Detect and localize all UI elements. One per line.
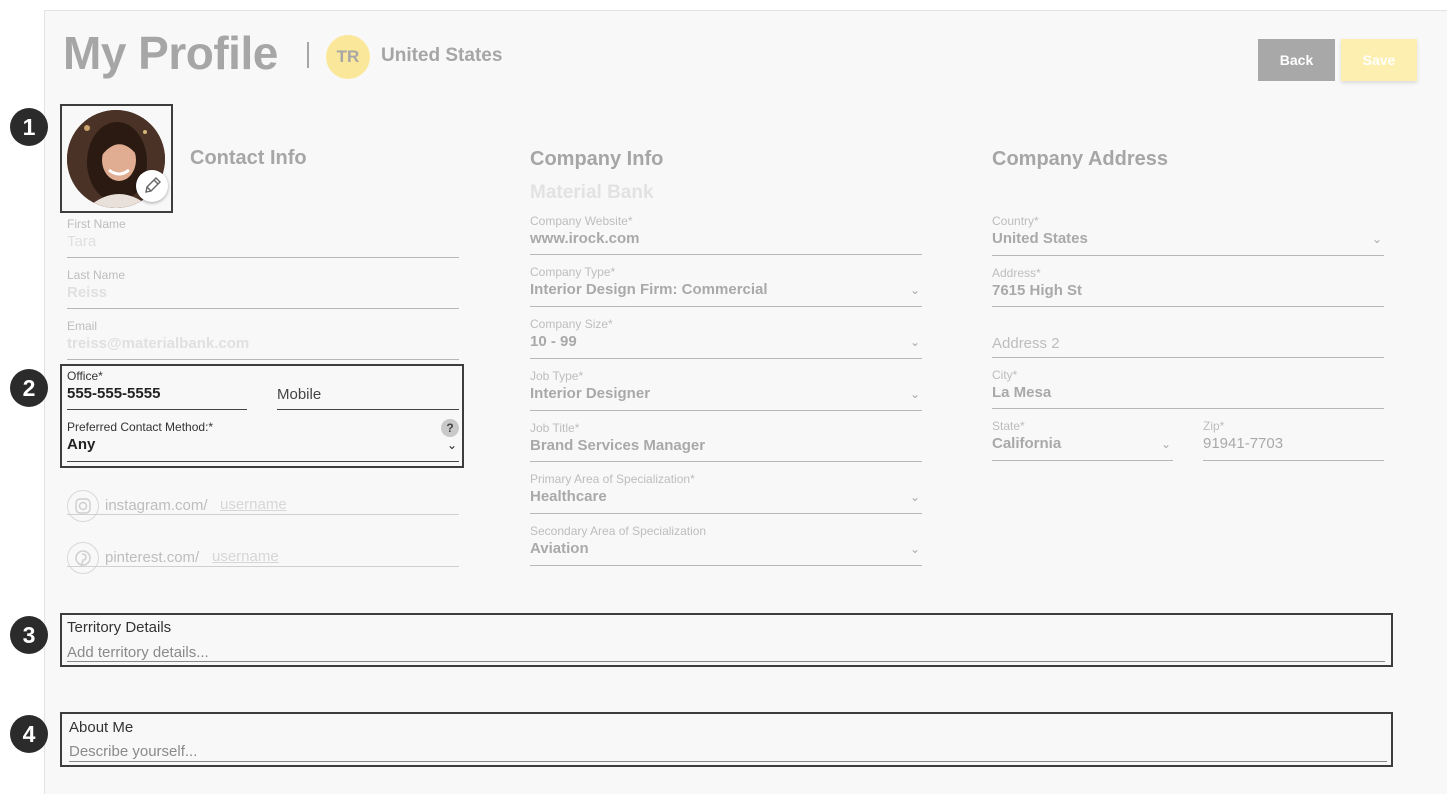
company-info-title: Company Info (530, 148, 664, 170)
job-title-value: Brand Services Manager (530, 437, 706, 454)
about-label: About Me (69, 719, 134, 736)
state-select[interactable]: State* California ⌄ (992, 419, 1173, 461)
territory-label: Territory Details (67, 619, 172, 636)
address-field[interactable]: Address* 7615 High St (992, 266, 1384, 307)
territory-input[interactable]: Add territory details... (67, 644, 209, 661)
secondary-specialization-label: Secondary Area of Specialization (530, 524, 707, 538)
company-type-value: Interior Design Firm: Commercial (530, 281, 768, 298)
primary-specialization-value: Healthcare (530, 488, 607, 505)
address-value: 7615 High St (992, 282, 1083, 299)
company-type-select[interactable]: Company Type* Interior Design Firm: Comm… (530, 265, 922, 307)
country-value: United States (992, 230, 1088, 247)
address2-field[interactable]: Address 2 (992, 317, 1384, 358)
company-website-value: www.irock.com (530, 230, 640, 247)
job-type-value: Interior Designer (530, 385, 651, 402)
avatar-initials: TR (326, 35, 370, 79)
first-name-field[interactable]: First Name Tara (67, 217, 459, 258)
instagram-underline (67, 514, 459, 515)
last-name-label: Last Name (67, 268, 126, 282)
about-highlight (60, 712, 1393, 767)
mobile-placeholder: Mobile (277, 386, 322, 403)
company-website-label: Company Website* (530, 214, 633, 228)
company-size-select[interactable]: Company Size* 10 - 99 ⌄ (530, 317, 922, 359)
secondary-specialization-value: Aviation (530, 540, 589, 557)
job-type-select[interactable]: Job Type* Interior Designer ⌄ (530, 369, 922, 411)
mobile-phone-field[interactable]: Mobile (277, 369, 459, 410)
zip-field[interactable]: Zip* 91941-7703 (1203, 419, 1384, 461)
preferred-contact-value: Any (67, 436, 96, 453)
territory-underline (67, 661, 1385, 662)
page-title: My Profile (63, 27, 278, 79)
about-input[interactable]: Describe yourself... (69, 743, 197, 760)
email-value: treiss@materialbank.com (67, 335, 250, 352)
country-select[interactable]: Country* United States ⌄ (992, 214, 1384, 256)
chevron-down-icon: ⌄ (909, 387, 920, 401)
company-website-field[interactable]: Company Website* www.irock.com (530, 214, 922, 255)
pencil-icon[interactable] (136, 170, 168, 202)
address2-placeholder: Address 2 (992, 335, 1060, 352)
state-value: California (992, 435, 1062, 452)
save-button[interactable]: Save (1341, 39, 1417, 81)
company-type-label: Company Type* (530, 265, 616, 279)
chevron-down-icon: ⌄ (909, 490, 920, 504)
chevron-down-icon: ⌄ (909, 283, 920, 297)
instagram-prefix: instagram.com/ (105, 497, 208, 514)
company-size-label: Company Size* (530, 317, 613, 331)
first-name-label: First Name (67, 217, 126, 231)
pinterest-username-input[interactable]: username (212, 548, 279, 565)
help-icon[interactable]: ? (441, 419, 459, 437)
company-address-title: Company Address (992, 148, 1168, 170)
instagram-icon (67, 490, 99, 522)
email-label: Email (67, 319, 98, 333)
chevron-down-icon: ⌄ (1160, 437, 1171, 451)
primary-specialization-select[interactable]: Primary Area of Specialization* Healthca… (530, 472, 922, 514)
callout-marker-2: 2 (10, 369, 48, 407)
title-divider (307, 42, 309, 68)
address-label: Address* (992, 266, 1041, 280)
callout-marker-4: 4 (10, 715, 48, 753)
job-type-label: Job Type* (530, 369, 584, 383)
primary-specialization-label: Primary Area of Specialization* (530, 472, 695, 486)
city-label: City* (992, 368, 1018, 382)
company-size-value: 10 - 99 (530, 333, 577, 350)
header-country: United States (381, 45, 503, 66)
last-name-field[interactable]: Last Name Reiss (67, 268, 459, 309)
first-name-value: Tara (67, 233, 97, 250)
chevron-down-icon: ⌄ (909, 542, 920, 556)
pinterest-underline (67, 566, 459, 567)
chevron-down-icon: ⌄ (446, 438, 457, 452)
email-field[interactable]: Email treiss@materialbank.com (67, 319, 459, 360)
pinterest-prefix: pinterest.com/ (105, 549, 200, 566)
contact-info-title: Contact Info (190, 147, 307, 169)
country-label: Country* (992, 214, 1039, 228)
chevron-down-icon: ⌄ (909, 335, 920, 349)
job-title-field[interactable]: Job Title* Brand Services Manager (530, 421, 922, 462)
chevron-down-icon: ⌄ (1371, 232, 1382, 246)
instagram-username-input[interactable]: username (220, 496, 287, 513)
preferred-contact-select[interactable]: Preferred Contact Method:* Any ⌄ (67, 420, 459, 462)
city-value: La Mesa (992, 384, 1052, 401)
job-title-label: Job Title* (530, 421, 580, 435)
preferred-contact-label: Preferred Contact Method:* (67, 420, 214, 434)
back-button[interactable]: Back (1258, 39, 1335, 81)
territory-highlight (60, 613, 1393, 667)
company-name: Material Bank (530, 182, 654, 203)
zip-label: Zip* (1203, 419, 1225, 433)
pinterest-icon (67, 542, 99, 574)
state-label: State* (992, 419, 1025, 433)
callout-marker-1: 1 (10, 108, 48, 146)
office-phone-value: 555-555-5555 (67, 385, 161, 402)
office-phone-label: Office* (67, 369, 103, 383)
secondary-specialization-select[interactable]: Secondary Area of Specialization Aviatio… (530, 524, 922, 566)
zip-value: 91941-7703 (1203, 435, 1284, 452)
callout-marker-3: 3 (10, 616, 48, 654)
about-underline (69, 761, 1387, 762)
office-phone-field[interactable]: Office* 555-555-5555 (67, 369, 247, 410)
city-field[interactable]: City* La Mesa (992, 368, 1384, 409)
last-name-value: Reiss (67, 284, 108, 301)
